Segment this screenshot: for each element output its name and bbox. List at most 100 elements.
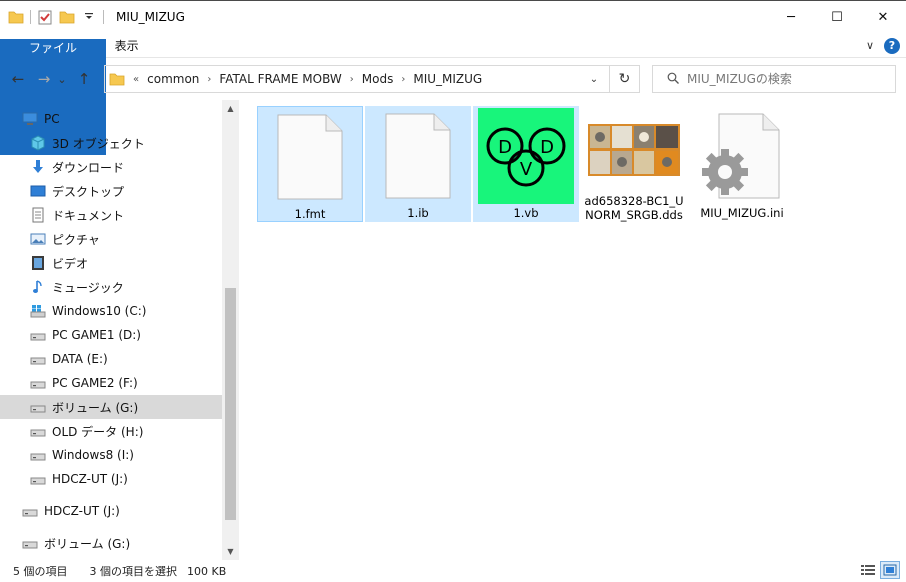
window-controls: ─ ☐ ✕ <box>768 1 906 34</box>
video-icon <box>30 255 46 271</box>
settings-file-icon <box>694 108 790 204</box>
sidebar-item-drive-j[interactable]: HDCZ-UT (J:) <box>0 467 222 491</box>
refresh-button[interactable]: ↻ <box>609 66 639 92</box>
properties-icon[interactable] <box>37 9 53 25</box>
sidebar-item-label: DATA (E:) <box>52 352 108 366</box>
address-dropdown-button[interactable]: ⌄ <box>583 66 605 92</box>
drive-icon <box>22 503 38 519</box>
sidebar-item-label: ボリューム (G:) <box>52 400 139 415</box>
dvd-letter: D <box>498 137 512 158</box>
address-bar[interactable]: « common › FATAL FRAME MOBW › Mods › MIU… <box>104 65 640 93</box>
sidebar-item-label: HDCZ-UT (J:) <box>44 504 120 518</box>
folder-icon[interactable] <box>8 9 24 25</box>
sidebar-item-drive-g[interactable]: ボリューム (G:) <box>0 395 222 419</box>
3d-objects-icon <box>30 135 46 151</box>
ribbon-tabs: ファイル ホーム 共有 表示 ∨ ? <box>0 33 906 155</box>
customize-quick-access-icon[interactable] <box>81 9 97 25</box>
windows-drive-icon <box>30 303 46 319</box>
help-icon[interactable]: ? <box>884 37 900 54</box>
file-item[interactable]: D V D 1.vb <box>473 106 579 222</box>
sidebar-item-pictures[interactable]: ピクチャ <box>0 227 222 251</box>
details-view-icon[interactable] <box>858 561 878 579</box>
sidebar-item-drive-d[interactable]: PC GAME1 (D:) <box>0 323 222 347</box>
breadcrumb-item[interactable]: common <box>143 72 203 86</box>
search-input[interactable] <box>687 72 887 86</box>
sidebar-item-label: Windows10 (C:) <box>52 304 147 318</box>
scrollbar-thumb[interactable] <box>225 288 236 520</box>
drive-icon <box>30 471 46 487</box>
sidebar-item-3d-objects[interactable]: 3D オブジェクト <box>0 131 222 155</box>
sidebar-item-drive-j-root[interactable]: HDCZ-UT (J:) <box>0 499 222 523</box>
minimize-button[interactable]: ─ <box>768 1 814 34</box>
separator <box>30 10 31 24</box>
quick-access-toolbar <box>0 1 110 33</box>
close-button[interactable]: ✕ <box>860 1 906 34</box>
up-button[interactable]: ↑ <box>73 68 95 90</box>
search-box[interactable] <box>652 65 896 93</box>
dvd-thumbnail-icon: D V D <box>478 108 574 204</box>
blank-file-icon <box>262 109 358 205</box>
sidebar-item-desktop[interactable]: デスクトップ <box>0 179 222 203</box>
navigation-pane: PC 3D オブジェクト ダウンロード デスクトップ ドキュメント ピクチャ ビ… <box>0 100 240 560</box>
expand-ribbon-icon[interactable]: ∨ <box>866 39 874 52</box>
scroll-down-arrow-icon[interactable]: ▼ <box>222 543 239 560</box>
sidebar-item-label: PC <box>44 112 60 126</box>
sidebar-item-label: OLD データ (H:) <box>52 424 144 439</box>
breadcrumb-separator[interactable]: › <box>397 74 409 85</box>
selection-count: 3 個の項目を選択 <box>89 565 178 578</box>
sidebar-item-label: ドキュメント <box>52 208 125 223</box>
file-item[interactable]: ad658328-BC1_UNORM_SRGB.dds <box>581 106 687 222</box>
new-folder-icon[interactable] <box>59 9 75 25</box>
sidebar-item-drive-f[interactable]: PC GAME2 (F:) <box>0 371 222 395</box>
forward-button[interactable]: → <box>33 68 55 90</box>
breadcrumb-item[interactable]: FATAL FRAME MOBW <box>215 72 345 86</box>
recent-locations-button[interactable]: ⌄ <box>55 68 69 90</box>
file-name: MIU_MIZUG.ini <box>700 206 784 220</box>
sidebar-item-label: ミュージック <box>52 280 124 295</box>
file-item[interactable]: 1.fmt <box>257 106 363 222</box>
sidebar-item-label: Windows8 (I:) <box>52 448 134 462</box>
sidebar-item-label: PC GAME1 (D:) <box>52 328 141 342</box>
drive-icon <box>30 447 46 463</box>
sidebar-item-label: HDCZ-UT (J:) <box>52 472 128 486</box>
file-item[interactable]: 1.ib <box>365 106 471 222</box>
tab-view[interactable]: 表示 <box>104 33 150 58</box>
sidebar-item-label: ピクチャ <box>52 232 100 247</box>
file-list: 1.fmt 1.ib D V D 1.vb ad658328-BC1_UNORM… <box>240 100 906 560</box>
sidebar-item-drive-i[interactable]: Windows8 (I:) <box>0 443 222 467</box>
sidebar-item-pc[interactable]: PC <box>0 107 222 131</box>
breadcrumb-overflow[interactable]: « <box>129 74 143 85</box>
search-icon <box>667 72 679 87</box>
sidebar-item-label: PC GAME2 (F:) <box>52 376 138 390</box>
document-icon <box>30 207 46 223</box>
large-icons-view-icon[interactable] <box>880 561 900 579</box>
breadcrumb-separator[interactable]: › <box>346 74 358 85</box>
file-name: 1.ib <box>407 206 429 220</box>
item-count: 5 個の項目 <box>13 565 68 578</box>
breadcrumb-item[interactable]: MIU_MIZUG <box>409 72 486 86</box>
selection-size: 100 KB <box>187 564 227 578</box>
sidebar-item-drive-g-root[interactable]: ボリューム (G:) <box>0 531 222 555</box>
sidebar-item-label: ダウンロード <box>52 160 125 175</box>
music-icon <box>30 279 46 295</box>
maximize-button[interactable]: ☐ <box>814 1 860 34</box>
scroll-up-arrow-icon[interactable]: ▲ <box>222 100 239 117</box>
drive-icon <box>30 327 46 343</box>
sidebar-item-videos[interactable]: ビデオ <box>0 251 222 275</box>
desktop-icon <box>30 183 46 199</box>
breadcrumb-item[interactable]: Mods <box>358 72 398 86</box>
file-name: 1.vb <box>513 206 539 220</box>
separator <box>103 10 104 24</box>
sidebar-item-drive-h[interactable]: OLD データ (H:) <box>0 419 222 443</box>
file-item[interactable]: MIU_MIZUG.ini <box>689 106 795 222</box>
sidebar-item-drive-e[interactable]: DATA (E:) <box>0 347 222 371</box>
sidebar-scrollbar[interactable]: ▲ ▼ <box>222 100 239 560</box>
sidebar-item-music[interactable]: ミュージック <box>0 275 222 299</box>
sidebar-item-drive-c[interactable]: Windows10 (C:) <box>0 299 222 323</box>
ribbon-right: ∨ ? <box>866 33 900 58</box>
sidebar-item-downloads[interactable]: ダウンロード <box>0 155 222 179</box>
dvd-letter: V <box>520 159 533 180</box>
back-button[interactable]: ← <box>7 68 29 90</box>
sidebar-item-documents[interactable]: ドキュメント <box>0 203 222 227</box>
breadcrumb-separator[interactable]: › <box>203 74 215 85</box>
